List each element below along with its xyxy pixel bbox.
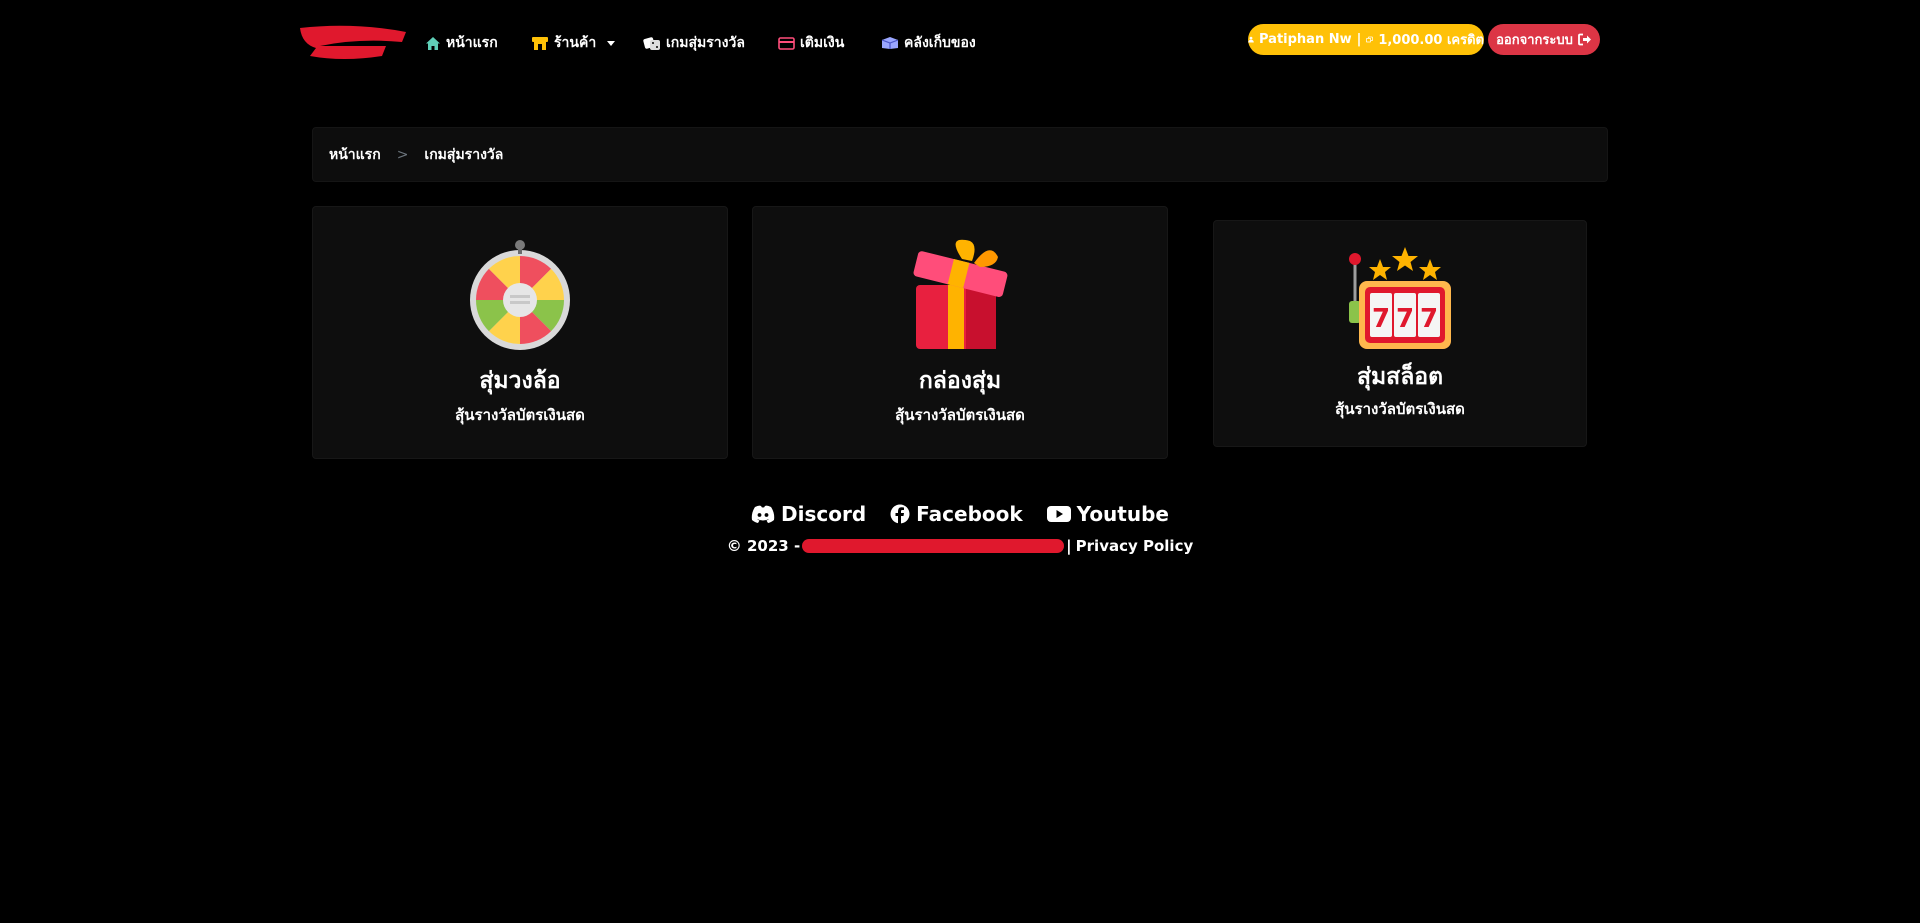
home-icon (426, 36, 440, 50)
user-separator: | (1356, 32, 1362, 47)
sign-out-icon (1577, 33, 1591, 46)
credit-card-icon (778, 37, 795, 50)
box-open-icon (881, 37, 899, 49)
dice-icon (643, 36, 660, 50)
prize-wheel-icon (470, 240, 570, 350)
card-title: กล่องสุ่ม (918, 368, 1002, 394)
nav-home-label: หน้าแรก (446, 35, 498, 51)
user-credits: 1,000.00 เครดิต (1378, 33, 1484, 48)
nav-inventory-label: คลังเก็บของ (904, 35, 976, 51)
discord-label: Discord (781, 502, 867, 526)
nav-home[interactable]: หน้าแรก (425, 31, 498, 55)
nav-games[interactable]: เกมสุ่มรางวัล (643, 31, 745, 55)
logout-label: ออกจากระบบ (1496, 33, 1573, 48)
nav-inventory[interactable]: คลังเก็บของ (881, 31, 976, 55)
copyright-text: © 2023 - (726, 537, 801, 555)
privacy-policy-link[interactable]: Privacy Policy (1076, 537, 1194, 555)
user-name: Patiphan Nw (1259, 32, 1352, 47)
nav-topup[interactable]: เติมเงิน (778, 31, 844, 55)
redacted-site-name (802, 539, 1065, 553)
social-links: Discord Facebook Youtube (0, 500, 1920, 528)
game-card-wheel[interactable]: สุ่มวงล้อ สุ้นรางวัลบัตรเงินสด (312, 206, 728, 459)
card-subtitle: สุ้นรางวัลบัตรเงินสด (455, 406, 585, 424)
facebook-label: Facebook (916, 502, 1023, 526)
nav-topup-label: เติมเงิน (800, 35, 845, 51)
logout-button[interactable]: ออกจากระบบ (1488, 24, 1600, 55)
slot-machine-777-icon: 7 7 7 (1349, 247, 1451, 349)
user-credits-button[interactable]: Patiphan Nw | 1,000.00 เครดิต (1248, 24, 1484, 55)
youtube-label: Youtube (1076, 502, 1169, 526)
copyright-bar: © 2023 - | Privacy Policy (0, 535, 1920, 557)
svg-text:7: 7 (1372, 304, 1390, 334)
discord-icon (751, 505, 775, 523)
card-title: สุ่มวงล้อ (479, 368, 561, 394)
top-navbar: หน้าแรก ร้านค้า เกมสุ่มรางวัล เติมเงิน ค… (0, 0, 1920, 86)
card-subtitle: สุ้นรางวัลบัตรเงินสด (1335, 400, 1465, 418)
user-icon (1248, 36, 1254, 43)
shop-icon (532, 36, 548, 50)
nav-shop-label: ร้านค้า (554, 35, 597, 51)
discord-link[interactable]: Discord (751, 500, 866, 528)
nav-games-label: เกมสุ่มรางวัล (666, 35, 745, 51)
game-card-slot[interactable]: 7 7 7 สุ่มสล็อต สุ้นรางวัลบัตรเงินสด (1213, 220, 1587, 447)
facebook-icon (890, 504, 910, 524)
youtube-icon (1046, 506, 1071, 522)
card-subtitle: สุ้นรางวัลบัตรเงินสด (895, 406, 1025, 424)
breadcrumb-separator: > (396, 146, 409, 163)
gift-box-icon (913, 239, 1008, 349)
privacy-separator: | (1066, 537, 1072, 555)
coins-icon (1366, 36, 1374, 43)
breadcrumb-current: เกมสุ่มรางวัล (424, 146, 504, 163)
nav-shop-dropdown[interactable]: ร้านค้า (531, 31, 616, 55)
youtube-link[interactable]: Youtube (1046, 500, 1169, 528)
chevron-down-icon (607, 40, 616, 46)
breadcrumb-home-link[interactable]: หน้าแรก (329, 144, 381, 166)
facebook-link[interactable]: Facebook (890, 500, 1023, 528)
svg-text:7: 7 (1396, 304, 1414, 334)
site-logo[interactable] (298, 24, 408, 60)
svg-text:7: 7 (1420, 304, 1438, 334)
card-title: สุ่มสล็อต (1356, 364, 1444, 390)
breadcrumb: หน้าแรก > เกมสุ่มรางวัล (312, 127, 1608, 182)
game-card-gift-box[interactable]: กล่องสุ่ม สุ้นรางวัลบัตรเงินสด (752, 206, 1168, 459)
